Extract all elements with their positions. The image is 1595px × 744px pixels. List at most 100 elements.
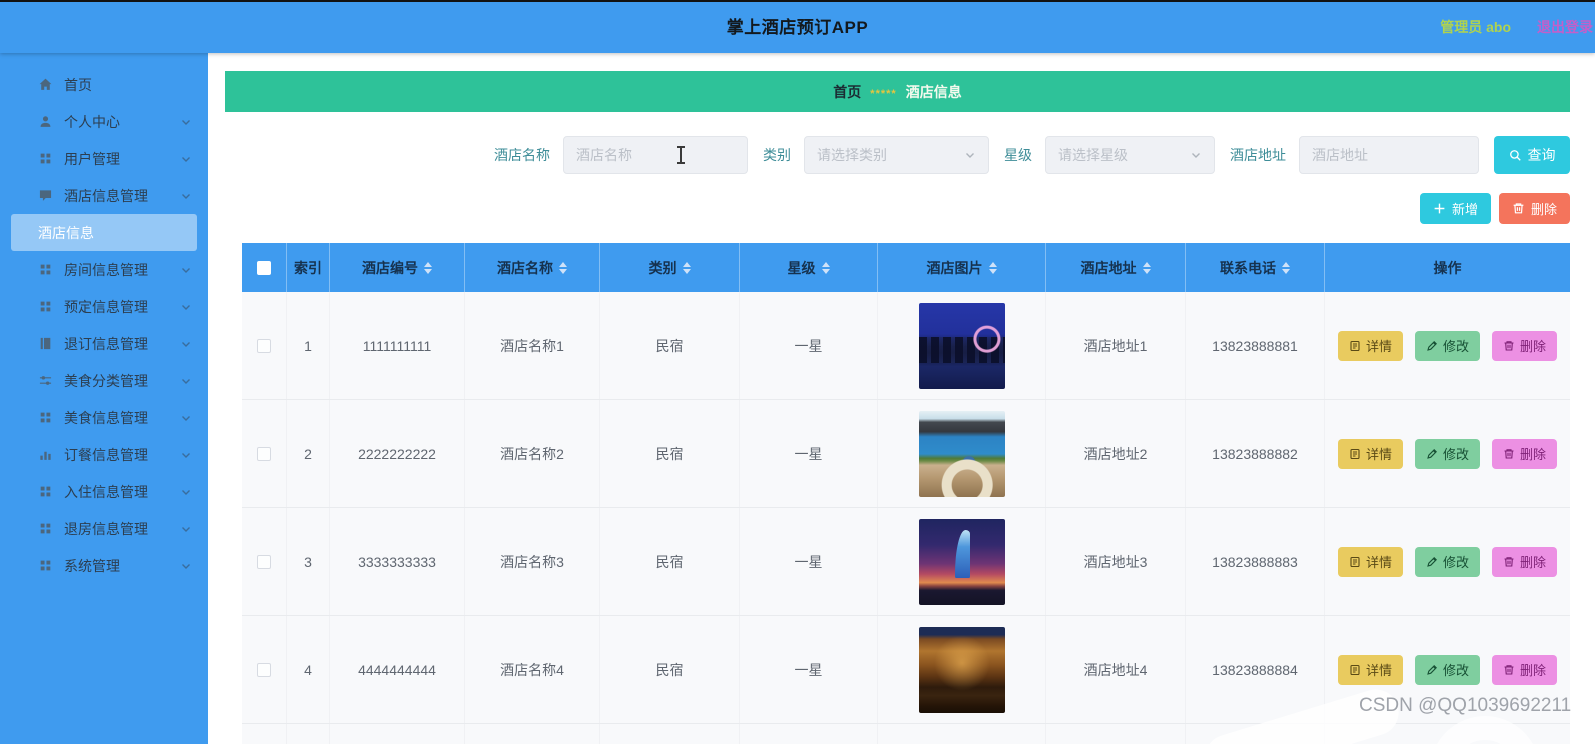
- row-checkbox[interactable]: [257, 338, 271, 353]
- cell-star: 一星: [740, 400, 878, 507]
- cell-phone: 13823888881: [1186, 292, 1325, 399]
- col-header-address[interactable]: 酒店地址: [1046, 243, 1186, 292]
- trash-icon: [1504, 448, 1514, 459]
- sidebar-item-cancel-info-management[interactable]: 退订信息管理: [0, 325, 208, 362]
- chevron-down-icon: [180, 375, 192, 387]
- row-checkbox[interactable]: [257, 554, 271, 569]
- filter-bar: 酒店名称 类别 请选择类别 星级 请选择星级 酒店地址 查询: [225, 136, 1570, 174]
- table-row: 3 3333333333 酒店名称3 民宿 一星 酒店地址3 138238888…: [242, 508, 1570, 616]
- cell-category: 民宿: [600, 400, 740, 507]
- detail-button[interactable]: 详情: [1337, 438, 1403, 469]
- sidebar-item-checkout-info-management[interactable]: 退房信息管理: [0, 510, 208, 547]
- sidebar-item-checkin-info-management[interactable]: 入住信息管理: [0, 473, 208, 510]
- sidebar-item-order-info-management[interactable]: 订餐信息管理: [0, 436, 208, 473]
- hotel-image[interactable]: [918, 518, 1005, 605]
- sort-icon: [424, 261, 432, 274]
- grid-icon: [38, 521, 53, 536]
- hotel-image[interactable]: [918, 410, 1005, 497]
- grid-icon: [38, 262, 53, 277]
- row-delete-button[interactable]: 删除: [1492, 438, 1558, 469]
- table-toolbar: 新增 删除: [225, 193, 1570, 224]
- col-header-phone[interactable]: 联系电话: [1186, 243, 1325, 292]
- col-header-hotel-no[interactable]: 酒店编号: [330, 243, 465, 292]
- star-select[interactable]: 请选择星级: [1045, 136, 1215, 174]
- cell-index: 3: [287, 508, 330, 615]
- detail-button[interactable]: 详情: [1337, 330, 1403, 361]
- sidebar-item-food-info-management[interactable]: 美食信息管理: [0, 399, 208, 436]
- chevron-down-icon: [180, 560, 192, 572]
- breadcrumb-separator: *****: [870, 87, 897, 100]
- cell-star: 一星: [740, 616, 878, 723]
- document-icon: [1350, 664, 1360, 675]
- search-button[interactable]: 查询: [1494, 136, 1570, 174]
- chevron-down-icon: [180, 486, 192, 498]
- sidebar-item-user-management[interactable]: 用户管理: [0, 140, 208, 177]
- hotel-image[interactable]: [918, 302, 1005, 389]
- col-header-image[interactable]: 酒店图片: [878, 243, 1046, 292]
- sidebar-item-label: 系统管理: [64, 557, 120, 574]
- cell-star: 一星: [740, 508, 878, 615]
- bar-chart-icon: [38, 447, 53, 462]
- sliders-icon: [38, 373, 53, 388]
- home-icon: [38, 77, 53, 92]
- sort-icon: [1142, 261, 1151, 274]
- grid-icon: [38, 410, 53, 425]
- cell-hotel-no: 4444444444: [330, 616, 465, 723]
- sidebar-item-label: 用户管理: [64, 150, 120, 167]
- document-icon: [1350, 340, 1360, 351]
- admin-user-link[interactable]: 管理员 abo: [1440, 2, 1511, 53]
- hotel-name-label: 酒店名称: [494, 147, 550, 163]
- chevron-down-icon: [180, 412, 192, 424]
- breadcrumb-home-link[interactable]: 首页: [833, 82, 861, 102]
- trash-icon: [1504, 664, 1514, 675]
- sidebar-item-system-management[interactable]: 系统管理: [0, 547, 208, 584]
- chevron-down-icon: [180, 523, 192, 535]
- cell-hotel-name: 酒店名称4: [465, 616, 600, 723]
- sidebar-item-home[interactable]: 首页: [0, 66, 208, 103]
- row-checkbox[interactable]: [257, 446, 271, 461]
- hotel-name-input[interactable]: [563, 136, 748, 174]
- col-header-actions: 操作: [1433, 259, 1462, 276]
- sidebar-item-label: 退订信息管理: [64, 335, 148, 352]
- pen-icon: [1427, 664, 1437, 675]
- sidebar-item-label: 酒店信息管理: [64, 187, 148, 204]
- sidebar-item-room-info-management[interactable]: 房间信息管理: [0, 251, 208, 288]
- hotel-address-input[interactable]: [1299, 136, 1479, 174]
- sidebar-item-hotel-info-management[interactable]: 酒店信息管理: [0, 177, 208, 214]
- edit-button[interactable]: 修改: [1414, 438, 1480, 469]
- edit-button[interactable]: 修改: [1414, 654, 1480, 685]
- edit-button[interactable]: 修改: [1414, 330, 1480, 361]
- add-button[interactable]: 新增: [1419, 193, 1491, 224]
- delete-button[interactable]: 删除: [1498, 193, 1570, 224]
- edit-button[interactable]: 修改: [1414, 546, 1480, 577]
- col-header-index: 索引: [287, 243, 330, 292]
- col-header-star[interactable]: 星级: [740, 243, 878, 292]
- sort-icon: [1282, 261, 1290, 274]
- category-select[interactable]: 请选择类别: [804, 136, 989, 174]
- sidebar-item-label: 个人中心: [64, 113, 120, 130]
- col-header-category[interactable]: 类别: [600, 243, 740, 292]
- search-icon: [1509, 149, 1521, 161]
- col-header-hotel-name[interactable]: 酒店名称: [465, 243, 600, 292]
- plus-icon: [1434, 203, 1445, 214]
- select-all-checkbox[interactable]: [257, 260, 271, 275]
- trash-icon: [1513, 203, 1524, 214]
- sort-icon: [821, 261, 830, 274]
- row-delete-button[interactable]: 删除: [1492, 330, 1558, 361]
- cell-hotel-name: 酒店名称3: [465, 508, 600, 615]
- detail-button[interactable]: 详情: [1337, 546, 1403, 577]
- row-delete-button[interactable]: 删除: [1492, 546, 1558, 577]
- sidebar-item-hotel-info-active[interactable]: 酒店信息: [11, 214, 197, 251]
- logout-link[interactable]: 退出登录: [1537, 2, 1593, 53]
- sort-icon: [988, 261, 997, 274]
- hotel-image[interactable]: [918, 626, 1005, 713]
- detail-button[interactable]: 详情: [1337, 654, 1403, 685]
- row-delete-button[interactable]: 删除: [1492, 654, 1558, 685]
- sidebar-item-food-category-management[interactable]: 美食分类管理: [0, 362, 208, 399]
- chevron-down-icon: [180, 264, 192, 276]
- row-checkbox[interactable]: [257, 662, 271, 677]
- sidebar-item-personal-center[interactable]: 个人中心: [0, 103, 208, 140]
- breadcrumb: 首页 ***** 酒店信息: [225, 71, 1570, 112]
- chevron-down-icon: [180, 153, 192, 165]
- sidebar-item-booking-info-management[interactable]: 预定信息管理: [0, 288, 208, 325]
